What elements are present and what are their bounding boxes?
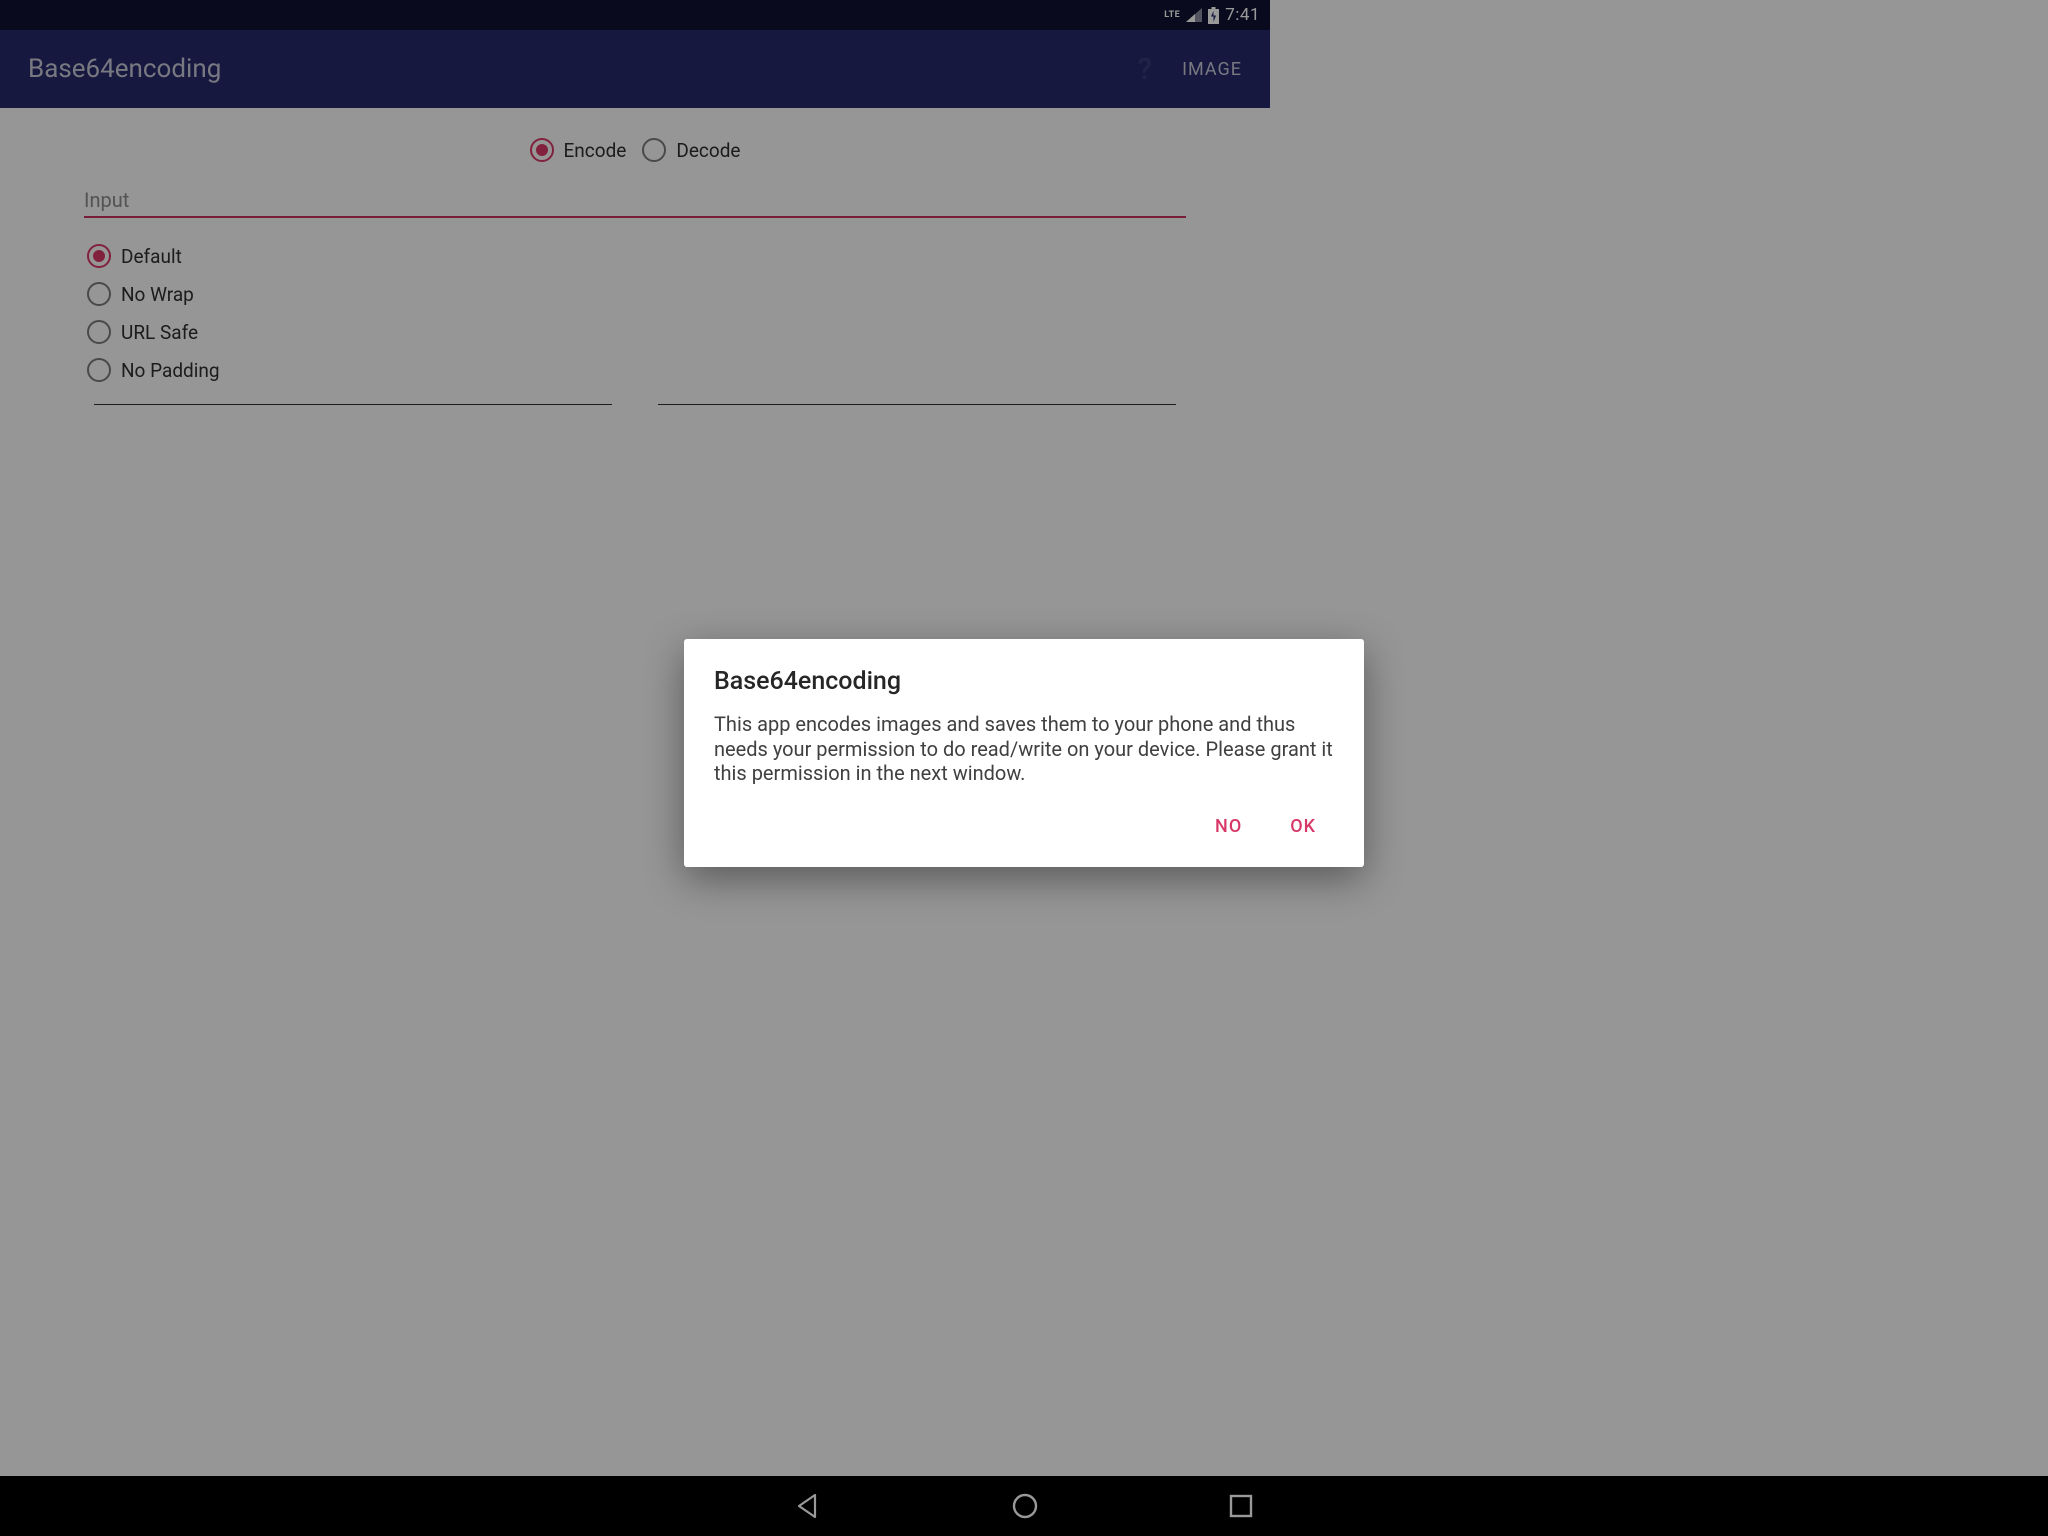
ok-button[interactable]: OK [1286, 808, 1320, 845]
modal-scrim[interactable]: Base64encoding This app encodes images a… [0, 0, 2048, 1536]
dialog-title: Base64encoding [714, 667, 1334, 696]
dialog-actions: NO OK [714, 808, 1334, 851]
permission-dialog: Base64encoding This app encodes images a… [684, 639, 1364, 866]
no-button[interactable]: NO [1211, 808, 1246, 845]
dialog-body: This app encodes images and saves them t… [714, 712, 1334, 785]
